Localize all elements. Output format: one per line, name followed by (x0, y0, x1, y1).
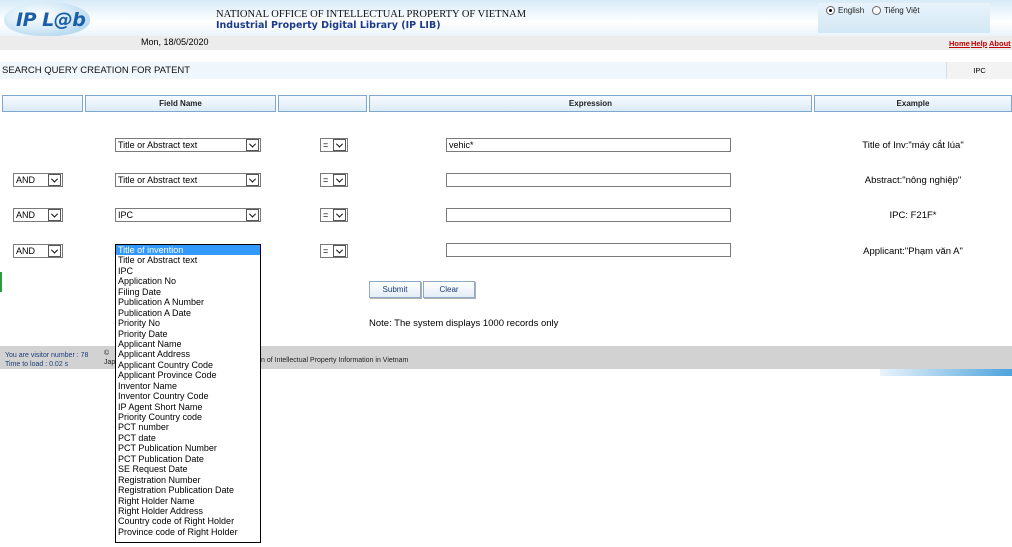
current-date: Mon, 18/05/2020 (141, 37, 209, 47)
field-select-1-value: Title or Abstract text (118, 140, 198, 150)
copyright-symbol: © (104, 350, 110, 357)
chevron-down-icon[interactable] (48, 174, 61, 186)
language-selector: English Tiếng Việt (818, 3, 990, 33)
example-2: Abstract:"nông nghiệp" (864, 175, 962, 186)
operator-select-4-value: AND (16, 246, 36, 256)
field-option[interactable]: PCT number (116, 422, 260, 432)
comparison-select-2-value: = (323, 175, 329, 185)
field-option[interactable]: Title of invention (116, 245, 260, 256)
comparison-select-4[interactable]: = (320, 244, 348, 258)
chevron-down-icon[interactable] (246, 139, 259, 151)
load-time: Time to load : 0.02 s (5, 361, 69, 368)
visitor-count: You are visitor number : 78 (5, 352, 89, 359)
lang-option-vietnamese[interactable]: Tiếng Việt (872, 6, 920, 15)
radio-vietnamese[interactable] (872, 6, 881, 15)
chevron-down-icon[interactable] (333, 139, 346, 151)
field-option[interactable]: PCT Publication Date (116, 454, 260, 464)
expression-input-1[interactable]: vehic* (446, 138, 731, 152)
field-dropdown-list[interactable]: Title of invention Title or Abstract text… (115, 244, 261, 543)
header-comparison (278, 95, 367, 112)
ipc-tab[interactable]: IPC (946, 62, 1012, 79)
field-option[interactable]: Applicant Province Code (116, 370, 260, 380)
field-option[interactable]: Registration Number (116, 475, 260, 485)
expression-input-2[interactable] (446, 173, 731, 187)
field-option[interactable]: PCT Publication Number (116, 443, 260, 453)
copyright-fragment: Jap (104, 359, 116, 366)
operator-select-2[interactable]: AND (13, 173, 63, 187)
lang-label-vietnamese: Tiếng Việt (884, 6, 920, 15)
comparison-select-1[interactable]: = (320, 138, 348, 152)
field-option[interactable]: Publication A Date (116, 308, 260, 318)
iplab-logo[interactable]: IP L@b (4, 2, 90, 36)
library-title: Industrial Property Digital Library (IP … (216, 20, 441, 31)
help-link[interactable]: Help (971, 39, 987, 48)
field-option[interactable]: Application No (116, 276, 260, 286)
radio-english[interactable] (826, 6, 835, 15)
comparison-select-3[interactable]: = (320, 208, 348, 222)
comparison-select-2[interactable]: = (320, 173, 348, 187)
field-option[interactable]: SE Request Date (116, 464, 260, 474)
chevron-down-icon[interactable] (246, 174, 259, 186)
chevron-down-icon[interactable] (333, 209, 346, 221)
about-link[interactable]: About (989, 39, 1011, 48)
field-option[interactable]: Priority Country code (116, 412, 260, 422)
operator-select-4[interactable]: AND (13, 244, 63, 258)
chevron-down-icon[interactable] (333, 245, 346, 257)
chevron-down-icon[interactable] (48, 209, 61, 221)
chevron-down-icon[interactable] (48, 245, 61, 257)
records-note: Note: The system displays 1000 records o… (369, 318, 559, 329)
field-option[interactable]: IP Agent Short Name (116, 402, 260, 412)
field-option[interactable]: Applicant Name (116, 339, 260, 349)
chevron-down-icon[interactable] (246, 209, 259, 221)
clear-button[interactable]: Clear (423, 281, 475, 298)
field-select-1[interactable]: Title or Abstract text (115, 138, 261, 152)
copyright-text: n of Intellectual Property Information i… (261, 357, 409, 364)
field-select-3-value: IPC (118, 210, 134, 220)
comparison-select-4-value: = (323, 246, 329, 256)
lang-label-english: English (838, 6, 865, 15)
field-option[interactable]: IPC (116, 266, 260, 276)
comparison-select-3-value: = (323, 210, 329, 220)
chevron-down-icon[interactable] (333, 174, 346, 186)
field-option[interactable]: Right Holder Name (116, 496, 260, 506)
field-option[interactable]: Right Holder Address (116, 506, 260, 516)
field-option[interactable]: Province code of Right Holder (116, 527, 260, 537)
field-option[interactable]: PCT date (116, 433, 260, 443)
example-3: IPC: F21F* (889, 210, 937, 221)
page-title: SEARCH QUERY CREATION FOR PATENT (2, 65, 191, 76)
field-option[interactable]: Applicant Address (116, 349, 260, 359)
field-option[interactable]: Inventor Name (116, 381, 260, 391)
operator-select-3-value: AND (16, 210, 36, 220)
side-marker (0, 272, 2, 292)
lang-option-english[interactable]: English (826, 6, 864, 15)
example-1: Title of Inv:"máy cắt lúa" (862, 140, 964, 151)
field-option[interactable]: Publication A Number (116, 297, 260, 307)
operator-select-2-value: AND (16, 175, 36, 185)
header-example: Example (814, 95, 1012, 112)
field-option[interactable]: Filing Date (116, 287, 260, 297)
header-operator (2, 95, 83, 112)
field-option[interactable]: Priority Date (116, 329, 260, 339)
field-option[interactable]: Title or Abstract text (116, 255, 260, 265)
field-option[interactable]: Country code of Right Holder (116, 516, 260, 526)
field-select-3[interactable]: IPC (115, 208, 261, 222)
comparison-select-1-value: = (323, 140, 329, 150)
field-option[interactable]: Applicant Country Code (116, 360, 260, 370)
field-option[interactable]: Registration Publication Date (116, 485, 260, 495)
field-select-2[interactable]: Title or Abstract text (115, 173, 261, 187)
operator-select-3[interactable]: AND (13, 208, 63, 222)
expression-input-3[interactable] (446, 208, 731, 222)
header-expression: Expression (369, 95, 812, 112)
field-select-2-value: Title or Abstract text (118, 175, 198, 185)
submit-button[interactable]: Submit (369, 281, 421, 298)
home-link[interactable]: Home (949, 39, 970, 48)
footer-accent (880, 369, 1012, 376)
field-option[interactable]: Priority No (116, 318, 260, 328)
header-field-name: Field Name (85, 95, 276, 112)
logo-text: IP L@b (16, 9, 86, 31)
field-option[interactable]: Inventor Country Code (116, 391, 260, 401)
example-4: Applicant:"Phạm văn A" (863, 246, 963, 257)
org-title: NATIONAL OFFICE OF INTELLECTUAL PROPERTY… (216, 9, 527, 20)
expression-input-4[interactable] (446, 243, 731, 257)
